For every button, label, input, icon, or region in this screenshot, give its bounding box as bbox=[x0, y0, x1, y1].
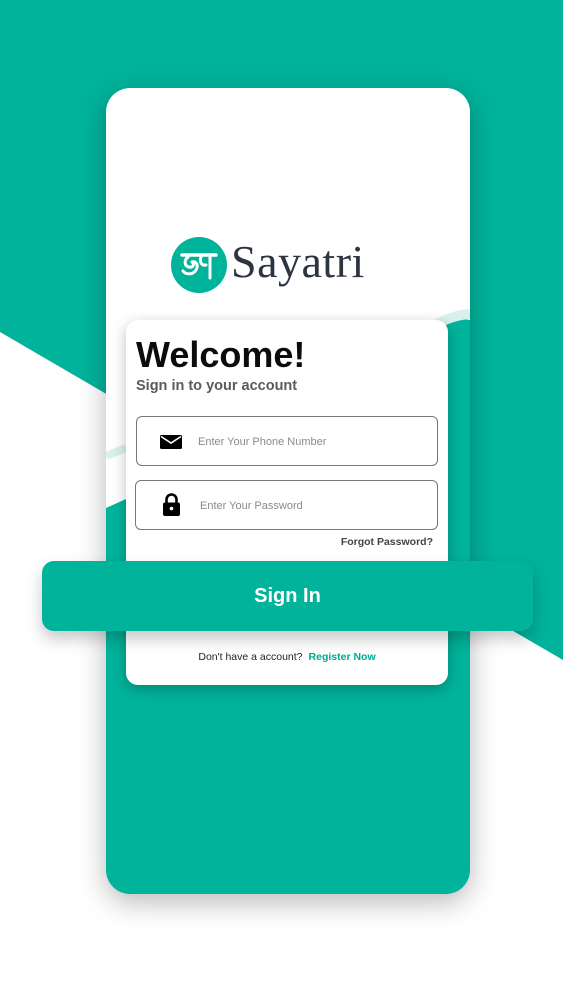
register-prompt: Don't have a account? bbox=[198, 651, 303, 663]
sayatri-logo-icon bbox=[171, 237, 227, 293]
register-now-link[interactable]: Register Now bbox=[309, 651, 376, 663]
sign-in-button[interactable]: Sign In bbox=[42, 561, 533, 631]
lock-icon bbox=[163, 493, 180, 521]
password-input[interactable] bbox=[200, 495, 420, 517]
brand-name: Sayatri bbox=[231, 236, 365, 287]
register-row: Don't have a account? Register Now bbox=[126, 651, 448, 663]
forgot-password-link[interactable]: Forgot Password? bbox=[300, 536, 433, 548]
page-title: Welcome! bbox=[136, 334, 306, 375]
phone-field[interactable] bbox=[136, 416, 438, 466]
password-field[interactable] bbox=[135, 480, 438, 530]
phone-input[interactable] bbox=[198, 431, 418, 453]
page-subtitle: Sign in to your account bbox=[136, 378, 298, 394]
envelope-icon bbox=[160, 435, 182, 454]
